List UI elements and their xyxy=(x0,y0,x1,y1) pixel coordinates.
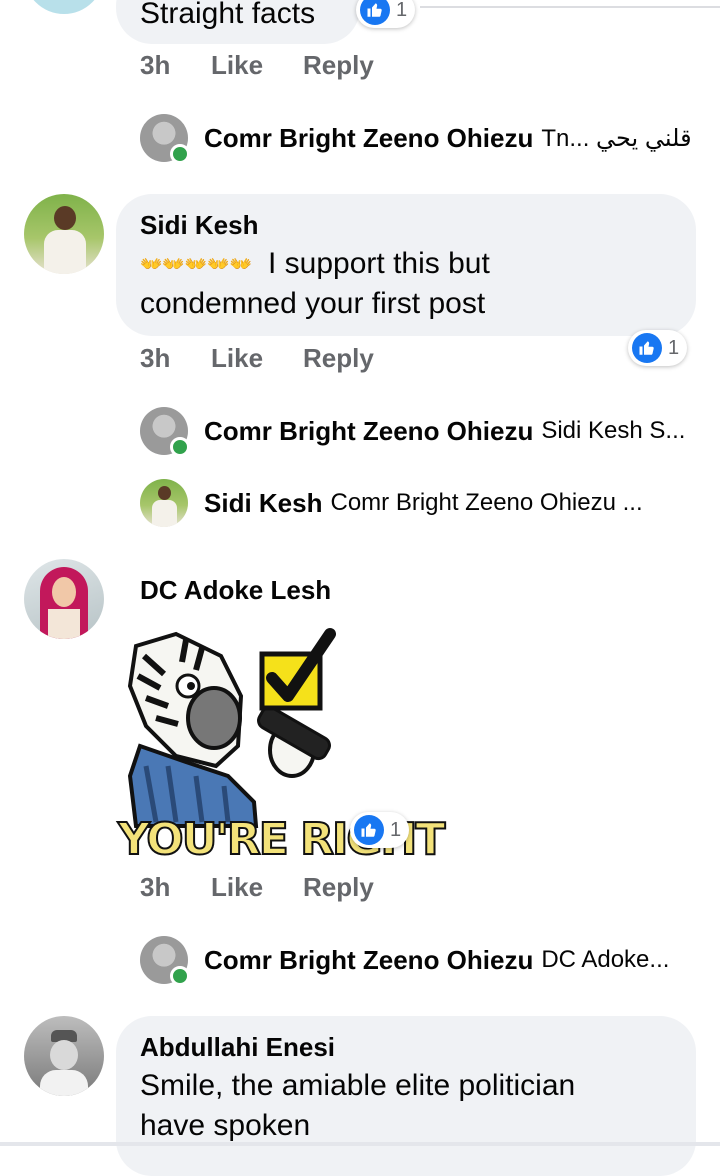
reply-button[interactable]: Reply xyxy=(303,50,374,81)
reply-text: DC Adoke... xyxy=(541,946,670,973)
avatar-sidi-kesh[interactable] xyxy=(24,194,104,274)
online-status-icon xyxy=(170,437,190,457)
comment-time: 3h xyxy=(140,872,171,902)
reply-preview[interactable]: Sidi Kesh Comr Bright Zeeno Ohiezu ... xyxy=(204,479,720,527)
avatar-comr-bright[interactable] xyxy=(140,936,190,986)
comment-text-line1: Smile, the amiable elite politician xyxy=(140,1069,576,1102)
comment-text-line2: condemned your first post xyxy=(140,287,486,320)
comment-bubble: Abdullahi Enesi Smile, the amiable elite… xyxy=(116,1016,696,1176)
reply-author: Comr Bright Zeeno Ohiezu xyxy=(204,122,534,153)
comment-text-line1: I support this but xyxy=(268,247,490,280)
reply-button[interactable]: Reply xyxy=(303,343,374,374)
reply-text: Comr Bright Zeeno Ohiezu ... xyxy=(330,489,643,516)
reaction-badge[interactable]: 1 xyxy=(350,812,410,848)
like-button[interactable]: Like xyxy=(211,872,263,903)
like-button[interactable]: Like xyxy=(211,343,263,374)
sticker-image: YOU'RE RIGHT xyxy=(116,626,446,870)
comment-text: Straight facts xyxy=(140,0,316,30)
reply-text: Sidi Kesh S... xyxy=(541,417,686,444)
reply-preview[interactable]: Comr Bright Zeeno Ohiezu Sidi Kesh S... xyxy=(204,407,720,455)
reaction-badge[interactable]: 1 xyxy=(356,0,416,28)
reaction-count: 1 xyxy=(396,0,408,21)
reply-author: Comr Bright Zeeno Ohiezu xyxy=(204,415,534,446)
like-thumb-icon xyxy=(632,333,662,363)
comment-author[interactable]: Sidi Kesh xyxy=(140,210,258,241)
reply-button[interactable]: Reply xyxy=(303,872,374,903)
avatar-comr-bright[interactable] xyxy=(140,114,190,164)
reaction-count: 1 xyxy=(390,818,402,841)
reply-author: Comr Bright Zeeno Ohiezu xyxy=(204,944,534,975)
reply-author: Sidi Kesh xyxy=(204,487,323,518)
avatar-dc-adoke-lesh[interactable] xyxy=(24,559,104,639)
comment-author[interactable]: Abdullahi Enesi xyxy=(140,1032,335,1063)
comment-time: 3h xyxy=(140,50,171,80)
online-status-icon xyxy=(170,966,190,986)
avatar-top-comment[interactable] xyxy=(24,0,104,14)
like-button[interactable]: Like xyxy=(211,50,263,81)
bottom-divider xyxy=(0,1142,720,1146)
reply-text: Tn... قلني يحي xyxy=(541,124,692,152)
online-status-icon xyxy=(170,144,190,164)
reply-preview[interactable]: Comr Bright Zeeno Ohiezu DC Adoke... xyxy=(204,936,720,984)
comment-time: 3h xyxy=(140,343,171,373)
reaction-badge[interactable]: 1 xyxy=(628,330,688,366)
like-thumb-icon xyxy=(354,815,384,845)
reaction-count: 1 xyxy=(668,336,680,359)
top-divider xyxy=(420,6,720,8)
avatar-comr-bright[interactable] xyxy=(140,407,190,457)
reply-preview[interactable]: Comr Bright Zeeno Ohiezu Tn... قلني يحي xyxy=(204,114,720,162)
comment-text-line2: have spoken xyxy=(140,1109,311,1142)
avatar-sidi-kesh[interactable] xyxy=(140,479,188,527)
avatar-abdullahi-enesi[interactable] xyxy=(24,1016,104,1096)
comment-bubble: Sidi Kesh 👐👐👐👐👐 I support this but conde… xyxy=(116,194,696,336)
comment-author[interactable]: DC Adoke Lesh xyxy=(140,575,331,606)
emoji-text: 👐👐👐👐👐 xyxy=(140,254,253,274)
comment-bubble-top: Straight facts xyxy=(116,0,360,44)
like-thumb-icon xyxy=(360,0,390,25)
